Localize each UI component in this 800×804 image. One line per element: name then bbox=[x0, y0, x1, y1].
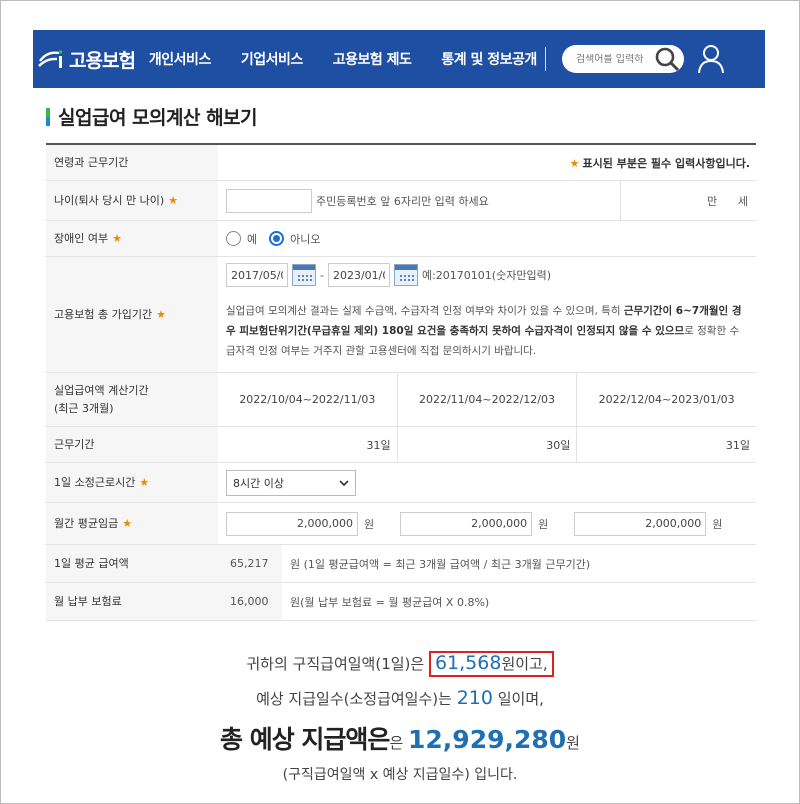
search-box[interactable] bbox=[561, 45, 684, 73]
date-format-hint: 예:20170101(숫자만입력) bbox=[421, 269, 551, 282]
calc-period-row: 실업급여액 계산기간 (최근 3개월) 2022/10/04~2022/11/0… bbox=[46, 373, 756, 427]
required-star-icon: ★ bbox=[168, 193, 179, 207]
age-row: 나이(퇴사 당시 만 나이) ★ 주민등록번호 앞 6자리만 입력 하세요 만 세 bbox=[46, 180, 756, 221]
wage-unit: 원 bbox=[712, 517, 723, 531]
benefit-days-value: 210 bbox=[456, 687, 493, 709]
required-star-icon: ★ bbox=[156, 307, 166, 321]
monthly-wage-input-2[interactable] bbox=[400, 511, 533, 536]
required-star-icon: ★ bbox=[139, 475, 150, 489]
insured-period-label: 고용보험 총 가입기간 bbox=[54, 307, 153, 321]
radio-yes-label: 예 bbox=[247, 232, 258, 246]
nav-insurance-system[interactable]: 고용보험 제도 bbox=[333, 49, 412, 69]
start-calendar-icon[interactable] bbox=[292, 264, 316, 286]
insurance-fee-value: 16,000 bbox=[218, 583, 282, 620]
result-line-total: 총 예상 지급액은은 12,929,280원 bbox=[220, 725, 580, 754]
work-days-2: 30일 bbox=[396, 427, 577, 462]
age-result: 만 세 bbox=[620, 180, 756, 221]
daily-hours-label: 1일 소정근로시간 bbox=[54, 475, 136, 489]
insured-period-notice: 실업급여 모의계산 결과는 실제 수급액, 수급자격 인정 여부와 차이가 있을… bbox=[226, 305, 742, 357]
work-days-row: 근무기간 31일 30일 31일 bbox=[46, 427, 756, 463]
work-days-3: 31일 bbox=[576, 427, 756, 462]
form-section-header: 연령과 근무기간 ★ 표시된 부분은 필수 입력사항입니다. bbox=[46, 145, 756, 181]
birthdate-input[interactable] bbox=[226, 188, 312, 213]
user-icon[interactable] bbox=[697, 44, 724, 74]
radio-no-label: 아니오 bbox=[290, 232, 321, 246]
work-days-1: 31일 bbox=[366, 438, 391, 452]
age-unit-man: 만 bbox=[707, 194, 718, 208]
start-date-input[interactable] bbox=[226, 263, 288, 287]
required-note: ★ 표시된 부분은 필수 입력사항입니다. bbox=[569, 156, 750, 170]
calc-period-3: 2022/12/04~2023/01/03 bbox=[576, 373, 756, 426]
result-line-daily: 귀하의 구직급여일액(1일)은 61,568원이고, bbox=[0, 651, 800, 677]
daily-hours-row: 1일 소정근로시간 ★ 8시간 이상 bbox=[46, 463, 756, 503]
page-title: 실업급여 모의계산 해보기 bbox=[58, 107, 258, 129]
calc-period-1: 2022/10/04~2022/11/03 bbox=[239, 393, 376, 406]
disabled-label: 장애인 여부 bbox=[54, 231, 109, 245]
monthly-wage-row: 월간 평균임금★ 원 원 원 bbox=[46, 503, 756, 545]
page-title-wrap: 실업급여 모의계산 해보기 bbox=[46, 103, 258, 130]
daily-avg-row: 1일 평균 급여액 65,217 원 (1일 평균급여액 = 최근 3개월 급여… bbox=[46, 545, 756, 583]
calc-form: 연령과 근무기간 ★ 표시된 부분은 필수 입력사항입니다. 나이(퇴사 당시 만… bbox=[46, 143, 756, 621]
section-label: 연령과 근무기간 bbox=[46, 145, 218, 180]
date-separator: - bbox=[320, 268, 324, 282]
insurance-fee-row: 월 납부 보험료 16,000 원(월 납부 보험료 = 월 평균급여 X 0.… bbox=[46, 583, 756, 621]
end-date-input[interactable] bbox=[327, 263, 390, 287]
search-input[interactable] bbox=[575, 53, 648, 65]
result-line-days: 예상 지급일수(소정급여일수)는 210 일이며, bbox=[256, 687, 544, 709]
logo-mark-icon bbox=[38, 50, 63, 68]
monthly-wage-label: 월간 평균임금 bbox=[54, 516, 119, 530]
age-label: 나이(퇴사 당시 만 나이) bbox=[54, 193, 165, 207]
main-nav: 개인서비스 기업서비스 고용보험 제도 통계 및 정보공개 bbox=[149, 49, 537, 69]
nav-business-services[interactable]: 기업서비스 bbox=[241, 49, 303, 69]
daily-avg-value: 65,217 bbox=[218, 545, 282, 582]
calc-period-sublabel: (최근 3개월) bbox=[54, 401, 114, 415]
insurance-fee-label: 월 납부 보험료 bbox=[46, 583, 218, 620]
required-star-icon: ★ bbox=[569, 156, 580, 170]
required-star-icon: ★ bbox=[122, 516, 133, 530]
site-logo[interactable]: 고용보험 bbox=[37, 46, 136, 73]
monthly-wage-input-1[interactable] bbox=[226, 511, 358, 536]
total-value: 12,929,280 bbox=[408, 725, 567, 754]
wage-unit: 원 bbox=[538, 517, 549, 531]
nav-statistics[interactable]: 통계 및 정보공개 bbox=[441, 49, 537, 69]
calc-period-label: 실업급여액 계산기간 bbox=[54, 383, 149, 397]
wage-unit: 원 bbox=[364, 517, 375, 531]
work-days-label: 근무기간 bbox=[46, 427, 218, 462]
calc-period-2: 2022/11/04~2022/12/03 bbox=[396, 373, 577, 426]
logo-text: 고용보험 bbox=[69, 49, 136, 72]
nav-personal-services[interactable]: 개인서비스 bbox=[149, 49, 211, 69]
birthdate-hint: 주민등록번호 앞 6자리만 입력 하세요 bbox=[316, 194, 489, 208]
result-formula: (구직급여일액 x 예상 지급일수) 입니다. bbox=[282, 767, 518, 783]
end-calendar-icon[interactable] bbox=[393, 264, 418, 286]
daily-hours-select[interactable]: 8시간 이상 bbox=[226, 469, 356, 496]
monthly-wage-input-3[interactable] bbox=[574, 511, 707, 536]
radio-yes[interactable] bbox=[226, 231, 241, 246]
daily-avg-label: 1일 평균 급여액 bbox=[46, 545, 218, 582]
total-label: 총 예상 지급액은 bbox=[220, 725, 390, 754]
daily-benefit-value: 61,568 bbox=[434, 652, 502, 674]
insurance-fee-note: 원(월 납부 보험료 = 월 평균급여 X 0.8%) bbox=[290, 595, 490, 609]
chevron-down-icon bbox=[339, 479, 349, 486]
title-accent-bar bbox=[46, 107, 50, 126]
daily-benefit-highlight: 61,568원이고, bbox=[428, 651, 554, 677]
nav-divider bbox=[544, 47, 546, 71]
search-icon[interactable] bbox=[654, 46, 680, 72]
disabled-row: 장애인 여부 ★ 예 아니오 bbox=[46, 221, 756, 257]
site-header: 고용보험 개인서비스 기업서비스 고용보험 제도 통계 및 정보공개 bbox=[33, 30, 765, 88]
daily-avg-note: 원 (1일 평균급여액 = 최근 3개월 급여액 / 최근 3개월 근무기간) bbox=[290, 557, 591, 571]
insured-period-row: 고용보험 총 가입기간★ - 예:20170101(숫자만입력) 실업급여 모의… bbox=[46, 257, 756, 373]
daily-hours-value: 8시간 이상 bbox=[233, 476, 284, 490]
age-unit-se: 세 bbox=[737, 194, 748, 208]
radio-no[interactable] bbox=[269, 231, 285, 246]
required-star-icon: ★ bbox=[112, 231, 122, 245]
